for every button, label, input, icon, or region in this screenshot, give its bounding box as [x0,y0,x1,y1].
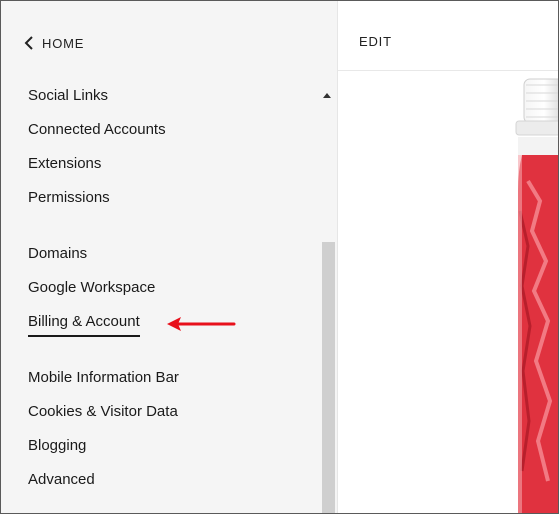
menu-item-google-workspace[interactable]: Google Workspace [28,278,155,298]
menu-item-extensions[interactable]: Extensions [28,154,101,174]
menu-item-billing-account[interactable]: Billing & Account [28,312,140,337]
chevron-left-icon [23,35,37,51]
triangle-up-icon[interactable] [323,93,331,98]
menu-item-cookies-visitor-data[interactable]: Cookies & Visitor Data [28,402,178,422]
sidebar-scrollbar[interactable] [321,85,335,513]
menu-item-blogging[interactable]: Blogging [28,436,86,456]
home-label: HOME [42,35,85,51]
settings-sidebar: HOME Social Links Connected Accounts Ext… [1,1,337,513]
menu-item-advanced[interactable]: Advanced [28,470,95,490]
product-image [498,71,559,518]
red-arrow-icon [165,315,237,338]
menu-item-permissions[interactable]: Permissions [28,188,110,208]
menu-item-social-links[interactable]: Social Links [28,86,108,106]
menu-item-connected-accounts[interactable]: Connected Accounts [28,120,166,140]
scrollbar-thumb[interactable] [322,242,335,513]
editor-panel: EDIT [338,1,559,513]
menu-item-mobile-information-bar[interactable]: Mobile Information Bar [28,368,179,388]
edit-button[interactable]: EDIT [359,34,392,49]
menu-item-domains[interactable]: Domains [28,244,87,264]
home-back-link[interactable]: HOME [23,33,84,53]
